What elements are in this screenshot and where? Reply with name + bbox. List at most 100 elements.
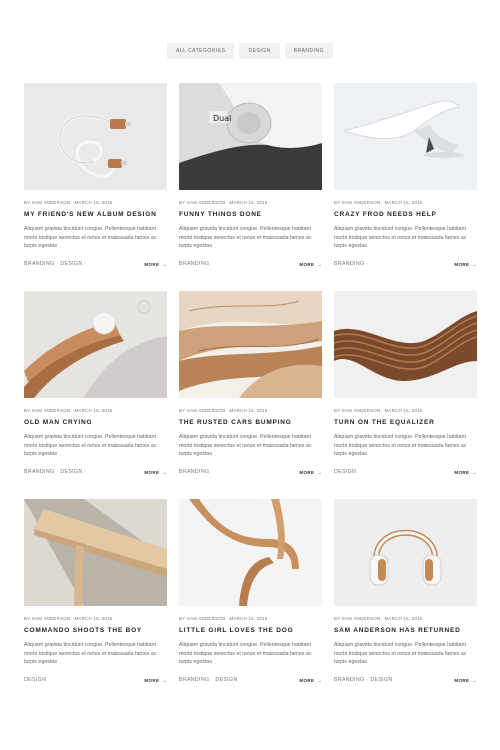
post-excerpt: Aliquam gravida tincidunt congue. Pellen… <box>179 434 312 457</box>
arrow-right-icon: → <box>472 677 477 683</box>
post-title[interactable]: LITTLE GIRL LOVES THE DOG <box>179 627 322 634</box>
arrow-right-icon: → <box>162 469 167 475</box>
post-meta: BY SAM ANDERSON MARCH 16, 2015 <box>179 408 322 413</box>
more-label: MORE <box>144 469 160 475</box>
post-author[interactable]: BY SAM ANDERSON <box>334 408 380 413</box>
post-date: MARCH 16, 2015 <box>74 408 113 413</box>
post-image <box>334 291 477 398</box>
post-card: BY SAM ANDERSON MARCH 16, 2015 COMMANDO S… <box>24 499 167 707</box>
post-tag[interactable]: DESIGN <box>215 677 237 683</box>
post-image <box>334 499 477 606</box>
filter-design[interactable]: DESIGN <box>239 43 280 59</box>
post-meta: BY SAM ANDERSON MARCH 16, 2015 <box>334 616 477 621</box>
arrow-right-icon: → <box>162 677 167 683</box>
post-tag[interactable]: BRANDING <box>334 677 364 683</box>
post-thumbnail[interactable] <box>334 83 477 190</box>
post-footer: BRANDING MORE → <box>334 261 477 267</box>
post-excerpt: Aliquam gravida tincidunt congue. Pellen… <box>24 642 157 665</box>
post-tags: BRANDING DESIGN <box>24 469 88 475</box>
post-author[interactable]: BY SAM ANDERSON <box>179 616 225 621</box>
post-image <box>179 291 322 398</box>
more-link[interactable]: MORE → <box>144 470 167 475</box>
arrow-right-icon: → <box>162 261 167 267</box>
post-tag[interactable]: DESIGN <box>334 469 356 475</box>
post-tags: BRANDING DESIGN <box>24 261 88 267</box>
post-title[interactable]: TURN ON THE EQUALIZER <box>334 419 477 426</box>
post-image <box>334 83 477 190</box>
more-label: MORE <box>299 261 315 267</box>
more-label: MORE <box>299 469 315 475</box>
more-link[interactable]: MORE → <box>299 262 322 267</box>
post-tag[interactable]: DESIGN <box>60 261 82 267</box>
post-thumbnail[interactable] <box>334 291 477 398</box>
filter-branding[interactable]: BRANDING <box>284 43 334 59</box>
post-date: MARCH 16, 2015 <box>384 408 423 413</box>
post-tags: BRANDING <box>179 469 215 475</box>
post-card: Dual BY SAM ANDERSON MARCH 16, 2015 FUNNY… <box>179 83 322 291</box>
post-tag[interactable]: BRANDING <box>179 261 209 267</box>
post-excerpt: Aliquam gravida tincidunt congue. Pellen… <box>334 642 467 665</box>
post-thumbnail[interactable]: Dual <box>179 83 322 190</box>
post-author[interactable]: BY SAM ANDERSON <box>179 408 225 413</box>
post-tag[interactable]: BRANDING <box>24 261 54 267</box>
post-thumbnail[interactable] <box>24 499 167 606</box>
more-link[interactable]: MORE → <box>299 470 322 475</box>
post-thumbnail[interactable] <box>179 499 322 606</box>
post-title[interactable]: SAM ANDERSON HAS RETURNED <box>334 627 477 634</box>
post-image <box>24 291 167 398</box>
post-author[interactable]: BY SAM ANDERSON <box>24 408 70 413</box>
more-link[interactable]: MORE → <box>454 262 477 267</box>
more-link[interactable]: MORE → <box>144 262 167 267</box>
post-image: Dual <box>179 83 322 190</box>
post-tag[interactable]: DESIGN <box>24 677 46 683</box>
post-excerpt: Aliquam gravida tincidunt congue. Pellen… <box>179 642 312 665</box>
post-footer: BRANDING DESIGN MORE → <box>24 261 167 267</box>
post-tag[interactable]: BRANDING <box>24 469 54 475</box>
post-tags: DESIGN <box>334 469 362 475</box>
post-card: BY SAM ANDERSON MARCH 16, 2015 OLD MAN CR… <box>24 291 167 499</box>
more-link[interactable]: MORE → <box>454 678 477 683</box>
blog-page: ALL CATEGORIES DESIGN BRANDING BY SAM AN… <box>0 0 500 750</box>
post-footer: BRANDING DESIGN MORE → <box>24 469 167 475</box>
post-footer: BRANDING DESIGN MORE → <box>179 677 322 683</box>
post-date: MARCH 16, 2015 <box>384 616 423 621</box>
post-title[interactable]: COMMANDO SHOOTS THE BOY <box>24 627 167 634</box>
post-card: BY SAM ANDERSON MARCH 16, 2015 SAM ANDERS… <box>334 499 477 707</box>
post-card: BY SAM ANDERSON MARCH 16, 2015 THE RUSTED… <box>179 291 322 499</box>
arrow-right-icon: → <box>472 261 477 267</box>
post-author[interactable]: BY SAM ANDERSON <box>334 200 380 205</box>
more-label: MORE <box>454 469 470 475</box>
post-title[interactable]: CRAZY FROD NEEDS HELP <box>334 211 477 218</box>
post-author[interactable]: BY SAM ANDERSON <box>179 200 225 205</box>
post-image <box>24 83 167 190</box>
post-thumbnail[interactable] <box>334 499 477 606</box>
post-thumbnail[interactable] <box>24 83 167 190</box>
post-title[interactable]: THE RUSTED CARS BUMPING <box>179 419 322 426</box>
more-label: MORE <box>144 261 160 267</box>
post-excerpt: Aliquam gravida tincidunt congue. Pellen… <box>334 226 467 249</box>
post-title[interactable]: FUNNY THINGS DONE <box>179 211 322 218</box>
filter-all-categories[interactable]: ALL CATEGORIES <box>166 43 235 59</box>
post-thumbnail[interactable] <box>24 291 167 398</box>
more-link[interactable]: MORE → <box>144 678 167 683</box>
post-date: MARCH 16, 2015 <box>74 616 113 621</box>
post-author[interactable]: BY SAM ANDERSON <box>24 616 70 621</box>
post-thumbnail[interactable] <box>179 291 322 398</box>
post-tag[interactable]: BRANDING <box>179 677 209 683</box>
post-author[interactable]: BY SAM ANDERSON <box>24 200 70 205</box>
more-link[interactable]: MORE → <box>454 470 477 475</box>
svg-text:Dual: Dual <box>213 114 231 123</box>
post-tag[interactable]: DESIGN <box>60 469 82 475</box>
post-title[interactable]: OLD MAN CRYING <box>24 419 167 426</box>
post-grid: BY SAM ANDERSON MARCH 16, 2015 MY FRIEND'… <box>24 83 477 707</box>
post-tag[interactable]: BRANDING <box>179 469 209 475</box>
post-author[interactable]: BY SAM ANDERSON <box>334 616 380 621</box>
post-card: BY SAM ANDERSON MARCH 16, 2015 TURN ON TH… <box>334 291 477 499</box>
post-title[interactable]: MY FRIEND'S NEW ALBUM DESIGN <box>24 211 167 218</box>
post-date: MARCH 16, 2015 <box>229 200 268 205</box>
post-tag[interactable]: BRANDING <box>334 261 364 267</box>
more-link[interactable]: MORE → <box>299 678 322 683</box>
arrow-right-icon: → <box>472 469 477 475</box>
post-tag[interactable]: DESIGN <box>370 677 392 683</box>
post-tags: DESIGN <box>24 677 52 683</box>
